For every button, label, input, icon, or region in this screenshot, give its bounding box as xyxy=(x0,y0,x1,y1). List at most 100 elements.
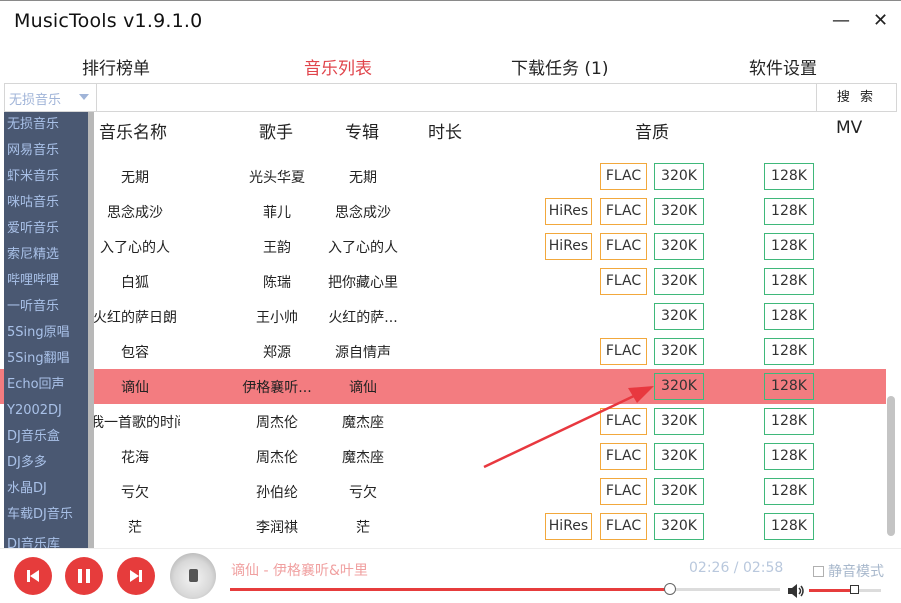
player-bar: 谪仙 - 伊格襄听&叶里 02:26 / 02:58 静音模式 xyxy=(0,548,901,603)
table-row[interactable]: 亏欠 孙伯纶 亏欠 FLAC 320K 128K xyxy=(0,474,886,509)
source-option[interactable]: 网易音乐 xyxy=(4,138,92,164)
table-row[interactable]: 火红的萨日朗 王小帅 火红的萨... 320K 128K xyxy=(0,299,886,334)
mv-badge[interactable]: 128K xyxy=(764,408,814,435)
song-artist: 王小帅 xyxy=(256,310,298,326)
source-option[interactable]: 水晶DJ xyxy=(4,476,92,502)
source-dropdown: 无损音乐 网易音乐 虾米音乐 咪咕音乐 爱听音乐 索尼精选 哔哩哔哩 一听音乐 5Sing原唱 5… xyxy=(4,112,92,548)
source-option[interactable]: 5Sing原唱 xyxy=(4,320,92,346)
source-option[interactable]: 哔哩哔哩 xyxy=(4,268,92,294)
q320-badge[interactable]: 320K xyxy=(654,408,704,435)
source-option[interactable]: 5Sing翻唱 xyxy=(4,346,92,372)
source-option[interactable]: DJ音乐盒 xyxy=(4,424,92,450)
q320-badge[interactable]: 320K xyxy=(654,443,704,470)
dropdown-scrollbar[interactable] xyxy=(88,112,94,548)
mv-badge[interactable]: 128K xyxy=(764,478,814,505)
hires-badge[interactable]: HiRes xyxy=(545,513,592,540)
table-row[interactable]: 白狐 陈瑞 把你藏心里 FLAC 320K 128K xyxy=(0,264,886,299)
source-option[interactable]: 爱听音乐 xyxy=(4,216,92,242)
source-option[interactable]: Y2002DJ xyxy=(4,398,92,424)
volume-icon[interactable] xyxy=(787,583,805,599)
mv-badge[interactable]: 128K xyxy=(764,233,814,260)
source-option[interactable]: 车载DJ音乐 xyxy=(4,502,92,528)
close-button[interactable]: ✕ xyxy=(873,11,888,31)
silent-mode-checkbox[interactable] xyxy=(813,566,824,577)
progress-knob[interactable] xyxy=(664,583,676,595)
source-option[interactable]: DJ多多 xyxy=(4,450,92,476)
hires-badge[interactable]: HiRes xyxy=(545,233,592,260)
list-scrollbar[interactable] xyxy=(887,396,895,536)
song-artist: 孙伯纶 xyxy=(256,485,298,501)
col-header-artist: 歌手 xyxy=(259,123,293,143)
flac-badge[interactable]: FLAC xyxy=(600,513,647,540)
source-option[interactable]: 一听音乐 xyxy=(4,294,92,320)
flac-badge[interactable]: FLAC xyxy=(600,408,647,435)
table-row[interactable]: 花海 周杰伦 魔杰座 FLAC 320K 128K xyxy=(0,439,886,474)
table-row[interactable]: 入了心的人 王韵 入了心的人 HiRes FLAC 320K 128K xyxy=(0,229,886,264)
table-row[interactable]: 谪仙 伊格襄听... 谪仙 320K 128K xyxy=(0,369,886,404)
source-option[interactable]: 虾米音乐 xyxy=(4,164,92,190)
q320-badge[interactable]: 320K xyxy=(654,303,704,330)
silent-mode-toggle[interactable]: 静音模式 xyxy=(813,561,884,581)
mv-badge[interactable]: 128K xyxy=(764,163,814,190)
source-option[interactable]: 索尼精选 xyxy=(4,242,92,268)
song-name: 包容 xyxy=(121,345,149,361)
table-row[interactable]: 思念成沙 菲儿 思念成沙 HiRes FLAC 320K 128K xyxy=(0,194,886,229)
source-option[interactable]: 无损音乐 xyxy=(4,112,92,138)
song-list: 无期 光头华夏 无期 FLAC 320K 128K 思念成沙 菲儿 思念成沙 HiRes FLAC 3… xyxy=(0,142,901,547)
table-row[interactable] xyxy=(0,142,886,155)
flac-badge[interactable]: FLAC xyxy=(600,478,647,505)
flac-badge[interactable]: FLAC xyxy=(600,338,647,365)
table-row[interactable]: 我一首歌的时间 周杰伦 魔杰座 FLAC 320K 128K xyxy=(0,404,886,439)
q320-badge[interactable]: 320K xyxy=(654,163,704,190)
q320-badge[interactable]: 320K xyxy=(654,478,704,505)
chevron-down-icon xyxy=(79,94,89,100)
hires-badge[interactable]: HiRes xyxy=(545,198,592,225)
song-artist: 王韵 xyxy=(263,240,291,256)
mv-badge[interactable]: 128K xyxy=(764,373,814,400)
q320-badge[interactable]: 320K xyxy=(654,233,704,260)
mv-badge[interactable]: 128K xyxy=(764,443,814,470)
volume-slider[interactable] xyxy=(809,585,881,594)
search-button[interactable]: 搜 索 xyxy=(816,84,896,111)
table-row[interactable]: 包容 郑源 源自情声 FLAC 320K 128K xyxy=(0,334,886,369)
tab-settings[interactable]: 软件设置 xyxy=(749,54,817,79)
tab-music-list[interactable]: 音乐列表 xyxy=(296,54,380,85)
next-button[interactable] xyxy=(117,557,155,595)
flac-badge[interactable]: FLAC xyxy=(600,443,647,470)
mv-badge[interactable]: 128K xyxy=(764,268,814,295)
mv-badge[interactable]: 128K xyxy=(764,303,814,330)
table-row[interactable]: 无期 光头华夏 无期 FLAC 320K 128K xyxy=(0,159,886,194)
q320-badge[interactable]: 320K xyxy=(654,373,704,400)
volume-knob[interactable] xyxy=(850,585,860,594)
song-album: 谪仙 xyxy=(349,380,377,396)
q320-badge[interactable]: 320K xyxy=(654,338,704,365)
song-album: 入了心的人 xyxy=(328,240,398,256)
next-icon xyxy=(130,570,142,582)
song-album: 思念成沙 xyxy=(335,205,391,221)
pause-button[interactable] xyxy=(65,557,103,595)
mv-badge[interactable]: 128K xyxy=(764,198,814,225)
mv-badge[interactable]: 128K xyxy=(764,338,814,365)
flac-badge[interactable]: FLAC xyxy=(600,198,647,225)
source-option[interactable]: Echo回声 xyxy=(4,372,92,398)
source-option[interactable]: 咪咕音乐 xyxy=(4,190,92,216)
progress-slider[interactable] xyxy=(230,583,780,595)
volume-fill xyxy=(809,589,855,592)
flac-badge[interactable]: FLAC xyxy=(600,268,647,295)
previous-button[interactable] xyxy=(14,557,52,595)
tab-rankings[interactable]: 排行榜单 xyxy=(82,54,150,79)
flac-badge[interactable]: FLAC xyxy=(600,163,647,190)
q320-badge[interactable]: 320K xyxy=(654,513,704,540)
col-header-name: 音乐名称 xyxy=(99,123,167,143)
search-input[interactable] xyxy=(98,84,818,111)
q320-badge[interactable]: 320K xyxy=(654,268,704,295)
minimize-button[interactable]: — xyxy=(832,11,850,31)
song-album: 魔杰座 xyxy=(342,450,384,466)
mv-badge[interactable]: 128K xyxy=(764,513,814,540)
tab-downloads[interactable]: 下载任务 (1) xyxy=(511,54,608,79)
source-select[interactable]: 无损音乐 xyxy=(5,84,97,111)
flac-badge[interactable]: FLAC xyxy=(600,233,647,260)
table-row[interactable]: 茫 李润祺 茫 HiRes FLAC 320K 128K xyxy=(0,509,886,544)
q320-badge[interactable]: 320K xyxy=(654,198,704,225)
source-option[interactable]: DJ音乐库 xyxy=(4,528,92,548)
